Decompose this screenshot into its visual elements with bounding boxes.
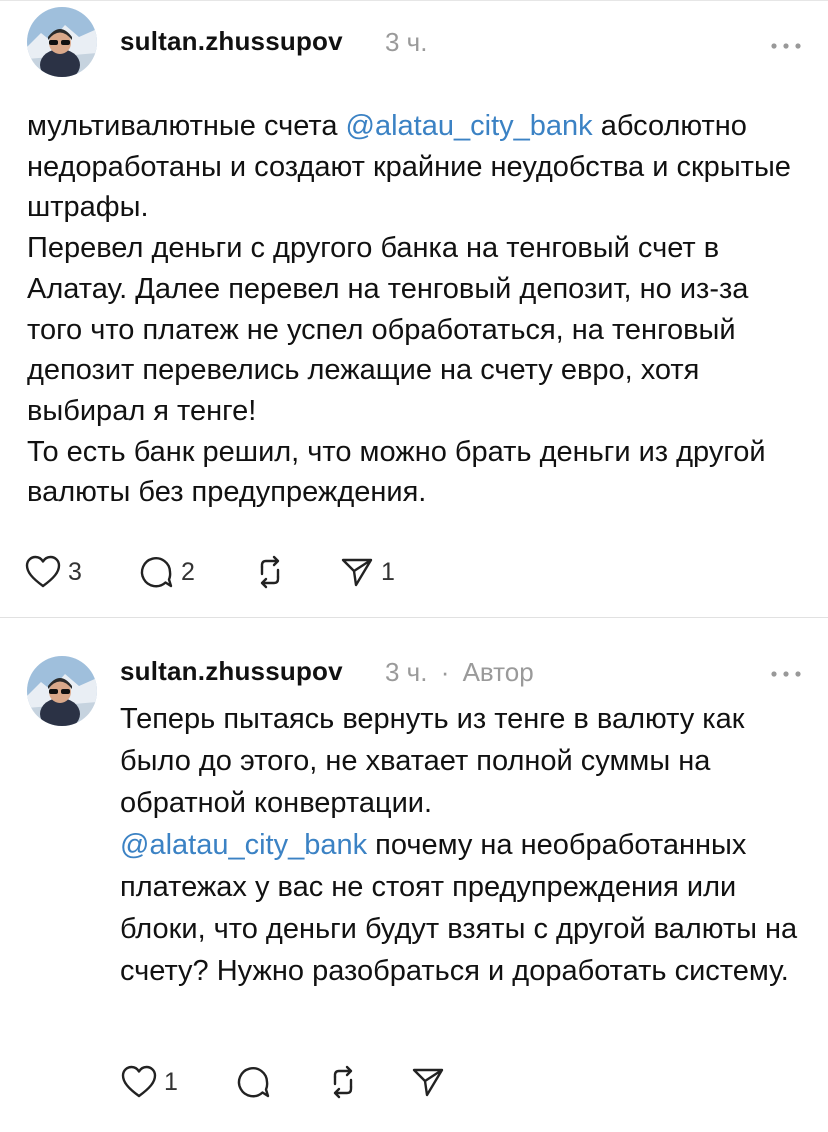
repost-icon <box>325 1064 361 1100</box>
heart-icon <box>24 554 62 590</box>
post-body: Теперь пытаясь вернуть из тенге в валюту… <box>120 698 810 992</box>
share-button[interactable] <box>410 1062 446 1102</box>
action-bar: 1 <box>120 1062 460 1102</box>
repost-button[interactable] <box>252 552 288 592</box>
post-paragraph: Перевел деньги с другого банка на тенгов… <box>27 232 749 427</box>
author-label: Автор <box>462 657 534 687</box>
post-paragraph: То есть банк решил, что можно брать день… <box>27 435 766 509</box>
avatar[interactable] <box>27 7 97 77</box>
timestamp: 3 ч. · Автор <box>385 657 534 687</box>
mention-link[interactable]: @alatau_city_bank <box>120 829 367 861</box>
reply-button[interactable] <box>234 1062 272 1102</box>
share-button[interactable]: 1 <box>339 552 395 592</box>
like-button[interactable]: 1 <box>120 1062 178 1102</box>
mention-link[interactable]: @alatau_city_bank <box>346 110 593 142</box>
username[interactable]: sultan.zhussupov <box>120 26 343 57</box>
repost-button[interactable] <box>325 1062 361 1102</box>
post: sultan.zhussupov 3 ч. мультивалютные сче… <box>0 0 828 617</box>
meta-separator: · <box>440 657 450 687</box>
heart-icon <box>120 1064 158 1100</box>
like-count: 3 <box>68 557 82 586</box>
send-icon <box>339 554 375 590</box>
send-icon <box>410 1064 446 1100</box>
like-button[interactable]: 3 <box>24 552 82 592</box>
repost-icon <box>252 554 288 590</box>
avatar[interactable] <box>27 656 97 726</box>
post: sultan.zhussupov 3 ч. · Автор Теперь пыт… <box>0 618 828 1132</box>
post-paragraph: @alatau_city_bank почему на необработанн… <box>120 829 798 987</box>
reply-button[interactable]: 2 <box>137 552 195 592</box>
reply-count: 2 <box>181 557 195 586</box>
more-icon[interactable] <box>769 666 803 677</box>
post-paragraph: мультивалютные счета @alatau_city_bank а… <box>27 110 791 224</box>
more-icon[interactable] <box>769 38 803 49</box>
action-bar: 3 2 1 <box>24 552 444 592</box>
post-body: мультивалютные счета @alatau_city_bank а… <box>27 106 807 513</box>
comment-icon <box>137 553 175 591</box>
share-count: 1 <box>381 557 395 586</box>
post-paragraph: Теперь пытаясь вернуть из тенге в валюту… <box>120 703 745 819</box>
timestamp: 3 ч. <box>385 27 428 57</box>
username[interactable]: sultan.zhussupov <box>120 656 343 687</box>
comment-icon <box>234 1063 272 1101</box>
like-count: 1 <box>164 1067 178 1096</box>
